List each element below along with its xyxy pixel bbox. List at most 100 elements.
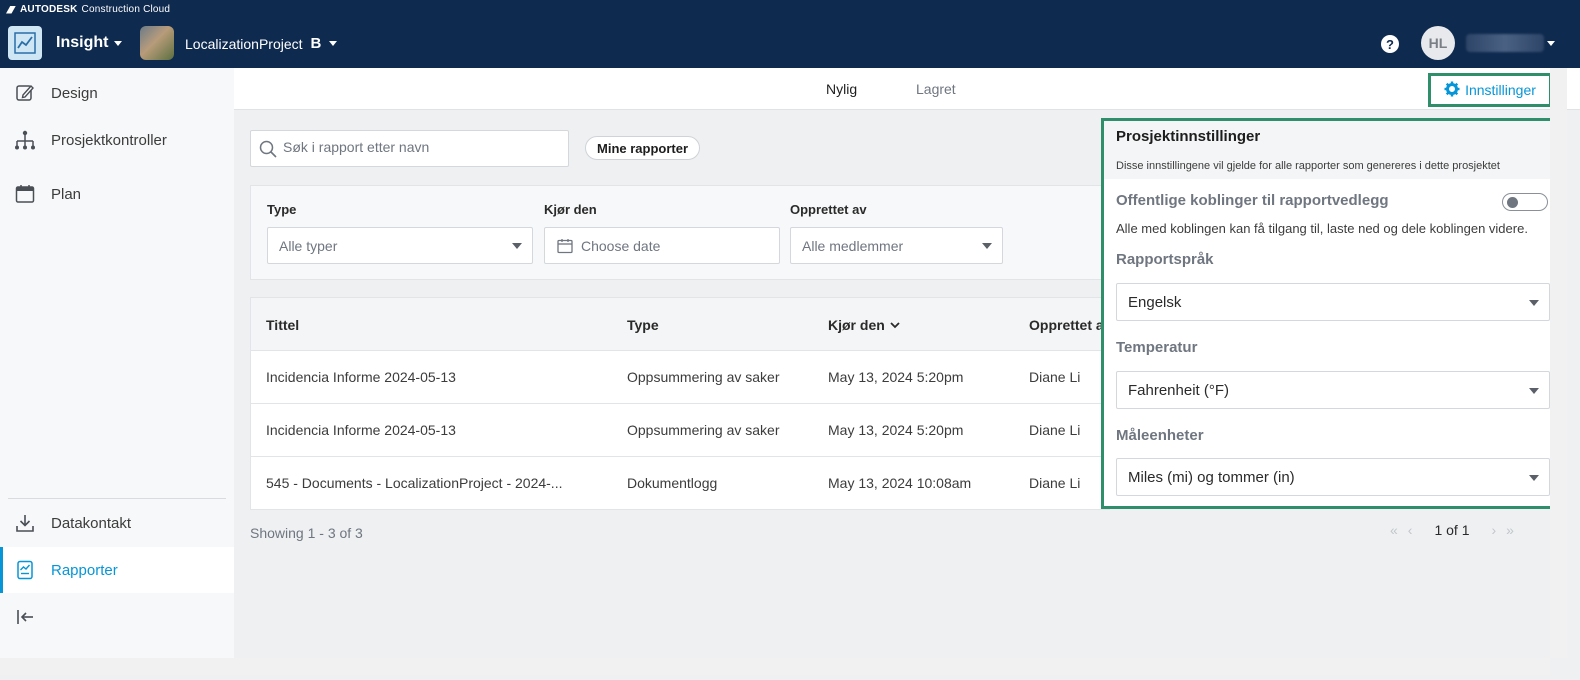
brand-name: AUTODESK: [20, 4, 78, 15]
sidebar-divider: [8, 498, 226, 499]
last-page-icon[interactable]: »: [1506, 522, 1514, 538]
user-name-redacted[interactable]: [1466, 34, 1544, 52]
table-header: Tittel Type Kjør den Opprettet a: [251, 298, 1109, 351]
cell-created-by: Diane Li: [1029, 369, 1081, 385]
app-switcher[interactable]: Insight: [56, 34, 123, 52]
project-thumbnail[interactable]: [140, 26, 174, 60]
filter-panel: Type Alle typer Kjør den Choose date Opp…: [250, 185, 1110, 280]
temperature-select[interactable]: Fahrenheit (°F): [1116, 371, 1550, 409]
sidebar-item-label: Rapporter: [51, 561, 118, 579]
sidebar-item-label: Prosjektkontroller: [51, 131, 167, 149]
caret-down-icon: [982, 243, 992, 249]
cell-run-date: May 13, 2024 10:08am: [828, 475, 972, 491]
chevron-down-icon[interactable]: [1547, 41, 1555, 46]
pagination: « ‹ 1 of 1 › »: [1390, 522, 1514, 538]
sidebar-item-datakontakt[interactable]: Datakontakt: [0, 500, 234, 546]
temperature-label: Temperatur: [1116, 339, 1198, 356]
table-row[interactable]: Incidencia Informe 2024-05-13 Oppsummeri…: [251, 351, 1109, 404]
sidebar-item-label: Datakontakt: [51, 514, 132, 532]
language-value: Engelsk: [1128, 293, 1182, 311]
settings-button[interactable]: Innstillinger: [1428, 73, 1552, 107]
autodesk-logo-icon: [6, 5, 16, 14]
calendar-icon: [557, 238, 573, 257]
project-switcher[interactable]: LocalizationProject B: [185, 35, 338, 52]
column-header-title[interactable]: Tittel: [266, 317, 299, 333]
table-row[interactable]: 545 - Documents - LocalizationProject - …: [251, 457, 1109, 510]
date-picker-value: Choose date: [581, 237, 661, 254]
language-select[interactable]: Engelsk: [1116, 283, 1550, 321]
filter-creator-label: Opprettet av: [790, 202, 867, 217]
help-icon[interactable]: ?: [1381, 35, 1399, 53]
tab-nylig[interactable]: Nylig: [826, 81, 857, 97]
type-select[interactable]: Alle typer: [267, 227, 533, 264]
brand-product: Construction Cloud: [81, 4, 171, 15]
cell-title[interactable]: 545 - Documents - LocalizationProject - …: [266, 475, 562, 491]
cell-run-date: May 13, 2024 5:20pm: [828, 369, 964, 385]
search-input[interactable]: [283, 139, 553, 155]
language-label: Rapportspråk: [1116, 251, 1214, 268]
project-name: LocalizationProject: [185, 35, 303, 52]
units-select[interactable]: Miles (mi) og tommer (in): [1116, 458, 1550, 496]
column-header-created-by[interactable]: Opprettet a: [1029, 317, 1104, 333]
table-row[interactable]: Incidencia Informe 2024-05-13 Oppsummeri…: [251, 404, 1109, 457]
horizontal-scrollbar[interactable]: [0, 658, 1550, 675]
cell-title[interactable]: Incidencia Informe 2024-05-13: [266, 422, 456, 438]
creator-select-value: Alle medlemmer: [802, 237, 904, 254]
pencil-square-icon: [14, 82, 36, 104]
sidebar-item-rapporter[interactable]: Rapporter: [0, 547, 234, 593]
chevron-down-icon: [329, 41, 338, 46]
tab-lagret[interactable]: Lagret: [916, 81, 956, 97]
sidebar: Design Prosjektkontroller Plan Datakonta…: [0, 68, 234, 658]
brand-logo: AUTODESK Construction Cloud: [6, 4, 170, 15]
column-header-run-date[interactable]: Kjør den: [828, 317, 901, 333]
caret-down-icon: [1529, 388, 1539, 394]
column-header-label: Kjør den: [828, 317, 885, 333]
sidebar-item-prosjektkontroller[interactable]: Prosjektkontroller: [0, 117, 234, 163]
collapse-sidebar-button[interactable]: [0, 594, 234, 640]
type-select-value: Alle typer: [279, 237, 338, 254]
filter-type-label: Type: [267, 202, 297, 217]
search-box: [250, 130, 569, 167]
gear-icon: [1444, 81, 1460, 100]
next-page-icon[interactable]: ›: [1492, 522, 1497, 538]
date-picker[interactable]: Choose date: [544, 227, 780, 264]
units-value: Miles (mi) og tommer (in): [1128, 468, 1295, 486]
public-links-toggle[interactable]: [1502, 193, 1548, 211]
top-bar: AUTODESK Construction Cloud Insight Loca…: [0, 0, 1580, 68]
settings-label: Innstillinger: [1465, 82, 1536, 98]
vertical-scrollbar[interactable]: [1550, 68, 1567, 658]
project-badge: B: [310, 35, 322, 52]
showing-count: Showing 1 - 3 of 3: [250, 525, 363, 541]
sidebar-item-design[interactable]: Design: [0, 70, 234, 116]
public-links-help: Alle med koblingen kan få tilgang til, l…: [1116, 221, 1528, 236]
panel-title: Prosjektinnstillinger: [1116, 128, 1261, 145]
tabs-bar: Nylig Lagret Innstillinger: [234, 68, 1580, 110]
cell-created-by: Diane Li: [1029, 422, 1081, 438]
creator-select[interactable]: Alle medlemmer: [790, 227, 1003, 264]
filter-date-label: Kjør den: [544, 202, 597, 217]
page-indicator: 1 of 1: [1434, 522, 1470, 538]
reports-table: Tittel Type Kjør den Opprettet a Inciden…: [250, 297, 1110, 510]
cell-created-by: Diane Li: [1029, 475, 1081, 491]
public-links-label: Offentlige koblinger til rapportvedlegg: [1116, 192, 1389, 209]
sort-chevron-down-icon: [890, 322, 900, 329]
insight-app-icon[interactable]: [8, 26, 42, 60]
cell-title[interactable]: Incidencia Informe 2024-05-13: [266, 369, 456, 385]
project-settings-panel: Prosjektinnstillinger Disse innstillinge…: [1101, 118, 1555, 509]
first-page-icon[interactable]: «: [1390, 522, 1398, 538]
download-icon: [14, 512, 36, 534]
my-reports-chip[interactable]: Mine rapporter: [585, 136, 701, 160]
cell-type: Oppsummering av saker: [627, 369, 780, 385]
sidebar-item-plan[interactable]: Plan: [0, 171, 234, 217]
hierarchy-icon: [14, 129, 36, 151]
avatar[interactable]: HL: [1421, 26, 1455, 60]
sidebar-item-label: Design: [51, 84, 98, 102]
prev-page-icon[interactable]: ‹: [1408, 522, 1413, 538]
panel-body: Offentlige koblinger til rapportvedlegg …: [1104, 179, 1552, 506]
report-icon: [14, 559, 36, 581]
column-header-type[interactable]: Type: [627, 317, 659, 333]
units-label: Måleenheter: [1116, 427, 1204, 444]
app-label: Insight: [56, 34, 109, 51]
chevron-down-icon: [114, 40, 123, 46]
search-icon: [259, 140, 277, 163]
